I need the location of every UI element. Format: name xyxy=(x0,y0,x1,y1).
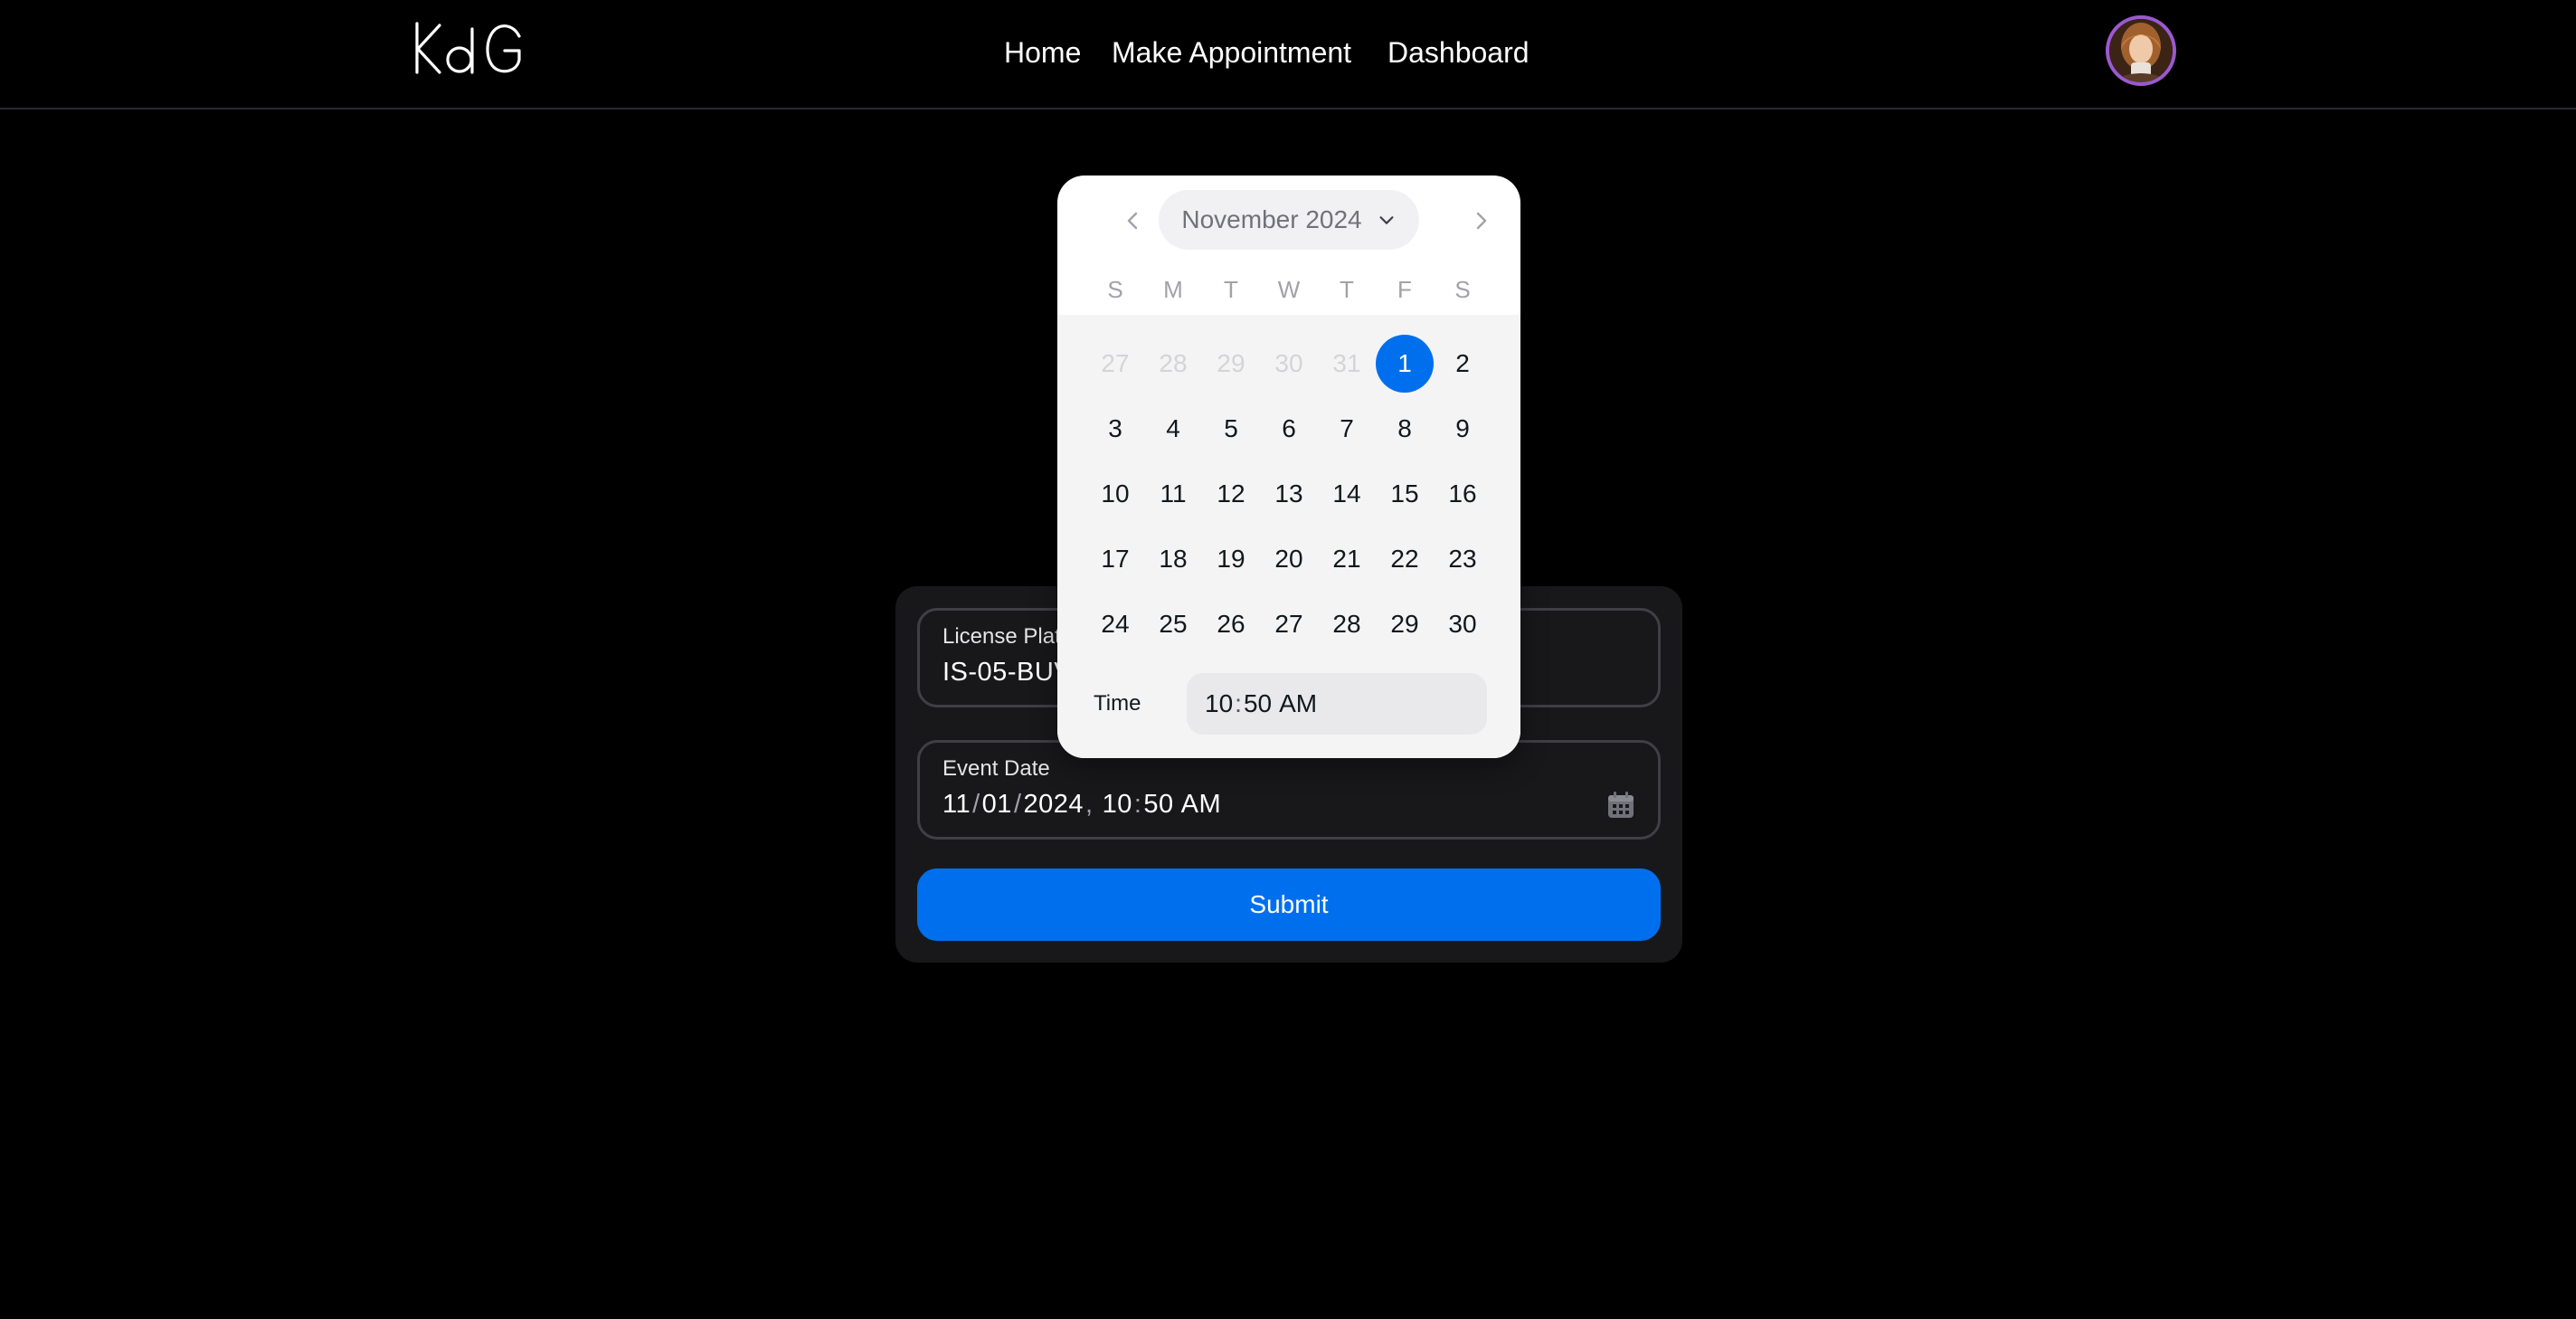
nav-home[interactable]: Home xyxy=(1004,33,1081,72)
month-year-label: November 2024 xyxy=(1181,205,1362,233)
time-period-segment[interactable]: AM xyxy=(1272,689,1317,718)
hour-segment[interactable]: 10 xyxy=(1095,790,1132,819)
main-nav: Home Make Appointment Dashboard xyxy=(0,33,2576,72)
calendar-day[interactable]: 17 xyxy=(1086,530,1144,588)
calendar-day[interactable]: 11 xyxy=(1144,465,1202,523)
time-minute-segment[interactable]: 50 xyxy=(1244,689,1272,718)
calendar-day[interactable]: 16 xyxy=(1434,465,1492,523)
calendar-day[interactable]: 26 xyxy=(1202,595,1260,653)
weekday-label: S xyxy=(1454,276,1471,303)
calendar-day[interactable]: 30 xyxy=(1434,595,1492,653)
time-separator: : xyxy=(1235,689,1242,717)
previous-month-button[interactable] xyxy=(1113,201,1153,241)
license-plate-input[interactable]: IS-05-BUV xyxy=(942,658,1072,688)
next-month-button[interactable] xyxy=(1461,201,1501,241)
time-label: Time xyxy=(1094,691,1141,716)
weekday-label: T xyxy=(1340,276,1354,303)
calendar-day[interactable]: 20 xyxy=(1260,530,1318,588)
calendar-day[interactable]: 19 xyxy=(1202,530,1260,588)
weekday-label: F xyxy=(1397,276,1412,303)
calendar-day[interactable]: 7 xyxy=(1318,400,1376,458)
avatar-photo-icon xyxy=(2109,19,2173,82)
calendar-day[interactable]: 4 xyxy=(1144,400,1202,458)
month-year-selector[interactable]: November 2024 xyxy=(1159,190,1419,250)
chevron-down-icon xyxy=(1379,216,1394,224)
user-avatar[interactable] xyxy=(2106,15,2176,86)
date-separator: / xyxy=(1013,790,1022,819)
calendar-day[interactable]: 24 xyxy=(1086,595,1144,653)
calendar-icon[interactable] xyxy=(1605,790,1636,821)
calendar-day[interactable]: 9 xyxy=(1434,400,1492,458)
weekday-label: M xyxy=(1163,276,1183,303)
calendar-day-outside-month: 27 xyxy=(1101,349,1130,377)
calendar-day[interactable]: 18 xyxy=(1144,530,1202,588)
weekday-label: W xyxy=(1277,276,1301,303)
calendar-day-selected[interactable]: 1 xyxy=(1376,335,1434,393)
weekday-label: S xyxy=(1107,276,1123,303)
calendar-day[interactable]: 28 xyxy=(1318,595,1376,653)
chevron-right-icon xyxy=(1476,212,1487,230)
time-row: Time 10:50 AM xyxy=(1057,669,1520,738)
calendar-day[interactable]: 3 xyxy=(1086,400,1144,458)
calendar-day[interactable]: 27 xyxy=(1260,595,1318,653)
calendar-day[interactable]: 15 xyxy=(1376,465,1434,523)
nav-dashboard[interactable]: Dashboard xyxy=(1387,33,1530,72)
calendar-day[interactable]: 13 xyxy=(1260,465,1318,523)
chevron-left-icon xyxy=(1127,212,1138,230)
calendar-day[interactable]: 14 xyxy=(1318,465,1376,523)
calendar-day-outside-month: 30 xyxy=(1274,349,1303,377)
calendar-header: November 2024 xyxy=(1057,176,1520,262)
time-hour-segment[interactable]: 10 xyxy=(1205,689,1233,718)
year-segment[interactable]: 2024 xyxy=(1024,790,1084,819)
time-separator: : xyxy=(1133,790,1142,819)
weekday-header-row: S M T W T F S xyxy=(1057,262,1520,315)
calendar-day[interactable]: 8 xyxy=(1376,400,1434,458)
comma-separator: , xyxy=(1085,790,1094,819)
calendar-day[interactable]: 21 xyxy=(1318,530,1376,588)
time-input[interactable]: 10:50 AM xyxy=(1187,673,1487,735)
calendar-day[interactable]: 25 xyxy=(1144,595,1202,653)
calendar-day-outside-month: 28 xyxy=(1159,349,1188,377)
event-date-input[interactable]: 11/01/2024, 10:50 AM xyxy=(942,790,1221,820)
page: Home Make Appointment Dashboard License … xyxy=(0,0,2576,1319)
date-picker-popover: November 2024 S M T W T F S 27 28 29 30 … xyxy=(1057,176,1520,758)
day-segment[interactable]: 01 xyxy=(982,790,1012,819)
calendar-day-outside-month: 29 xyxy=(1217,349,1245,377)
calendar-day[interactable]: 2 xyxy=(1434,335,1492,393)
calendar-day[interactable]: 29 xyxy=(1376,595,1434,653)
submit-button[interactable]: Submit xyxy=(917,868,1661,941)
calendar-day[interactable]: 23 xyxy=(1434,530,1492,588)
license-plate-label: License Plate xyxy=(942,624,1074,649)
nav-make-appointment[interactable]: Make Appointment xyxy=(1112,33,1351,72)
date-separator: / xyxy=(972,790,980,819)
period-segment[interactable]: AM xyxy=(1174,790,1222,819)
top-navbar: Home Make Appointment Dashboard xyxy=(0,0,2576,109)
event-date-label: Event Date xyxy=(942,756,1050,781)
calendar-day-outside-month: 31 xyxy=(1332,349,1361,377)
calendar-day[interactable]: 6 xyxy=(1260,400,1318,458)
calendar-day[interactable]: 22 xyxy=(1376,530,1434,588)
calendar-day[interactable]: 10 xyxy=(1086,465,1144,523)
calendar-day[interactable]: 5 xyxy=(1202,400,1260,458)
month-segment[interactable]: 11 xyxy=(942,790,971,819)
minute-segment[interactable]: 50 xyxy=(1143,790,1173,819)
weekday-label: T xyxy=(1224,276,1238,303)
calendar-day[interactable]: 12 xyxy=(1202,465,1260,523)
